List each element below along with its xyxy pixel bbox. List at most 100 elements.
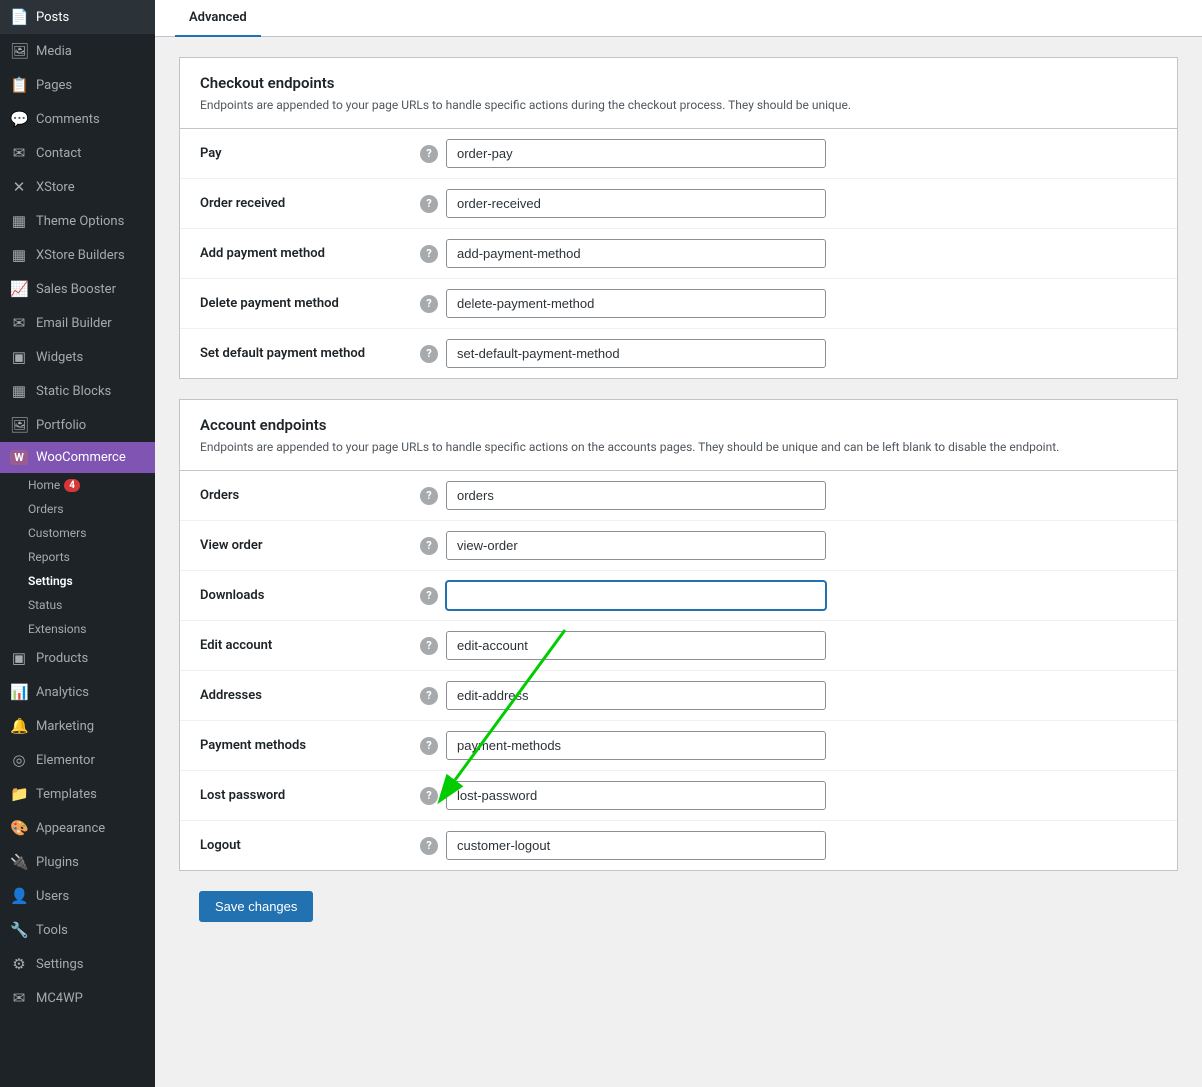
help-icon-set-default-payment-method[interactable]: ? (420, 345, 438, 363)
input-add-payment-method[interactable] (446, 239, 826, 268)
sidebar-item-tools[interactable]: 🔧 Tools (0, 913, 155, 947)
help-icon-view-order[interactable]: ? (420, 537, 438, 555)
sidebar-item-label: Theme Options (36, 214, 124, 229)
sidebar-item-sales-booster[interactable]: 📈 Sales Booster (0, 272, 155, 306)
help-icon-orders[interactable]: ? (420, 487, 438, 505)
elementor-icon: ◎ (10, 751, 28, 769)
help-icon-logout[interactable]: ? (420, 837, 438, 855)
input-orders[interactable] (446, 481, 826, 510)
tab-advanced[interactable]: Advanced (175, 0, 261, 37)
sidebar-item-products[interactable]: ▣ Products (0, 641, 155, 675)
submenu-item-extensions[interactable]: Extensions (0, 617, 155, 641)
sidebar-item-label: Marketing (36, 719, 94, 734)
sidebar-item-portfolio[interactable]: 🖼 Portfolio (0, 408, 155, 442)
help-icon-downloads[interactable]: ? (420, 587, 438, 605)
sidebar-item-label: Plugins (36, 855, 79, 870)
submenu-item-customers[interactable]: Customers (0, 521, 155, 545)
field-label-set-default-payment-method: Set default payment method (180, 329, 400, 379)
account-endpoints-table: Orders ? View order ? Downloads ? (180, 471, 1177, 870)
field-row-orders: ? (420, 481, 1157, 510)
sidebar-item-plugins[interactable]: 🔌 Plugins (0, 845, 155, 879)
help-icon-order-received[interactable]: ? (420, 195, 438, 213)
help-icon-pay[interactable]: ? (420, 145, 438, 163)
table-row: Edit account ? (180, 621, 1177, 671)
xstore-builders-icon: ▦ (10, 246, 28, 264)
main-content: Advanced Checkout endpoints Endpoints ar… (155, 0, 1202, 1087)
sidebar-item-pages[interactable]: 📋 Pages (0, 68, 155, 102)
field-label-order-received: Order received (180, 179, 400, 229)
sidebar-item-appearance[interactable]: 🎨 Appearance (0, 811, 155, 845)
sidebar-item-analytics[interactable]: 📊 Analytics (0, 675, 155, 709)
sidebar-item-mc4wp[interactable]: ✉ MC4WP (0, 981, 155, 1015)
help-icon-edit-account[interactable]: ? (420, 637, 438, 655)
products-icon: ▣ (10, 649, 28, 667)
submenu-item-reports[interactable]: Reports (0, 545, 155, 569)
submenu-item-orders[interactable]: Orders (0, 497, 155, 521)
sidebar-item-theme-options[interactable]: ▦ Theme Options (0, 204, 155, 238)
account-endpoints-title: Account endpoints (200, 416, 1157, 434)
submenu-item-home[interactable]: Home 4 (0, 473, 155, 497)
help-icon-addresses[interactable]: ? (420, 687, 438, 705)
input-payment-methods[interactable] (446, 731, 826, 760)
sidebar-item-media[interactable]: 🖼 Media (0, 34, 155, 68)
sidebar-item-label: MC4WP (36, 991, 83, 1006)
checkout-endpoints-header: Checkout endpoints Endpoints are appende… (180, 58, 1177, 129)
submenu-label: Settings (28, 574, 73, 588)
input-set-default-payment-method[interactable] (446, 339, 826, 368)
input-order-received[interactable] (446, 189, 826, 218)
sidebar-item-elementor[interactable]: ◎ Elementor (0, 743, 155, 777)
sidebar-item-templates[interactable]: 📁 Templates (0, 777, 155, 811)
field-row-order-received: ? (420, 189, 1157, 218)
help-icon-delete-payment-method[interactable]: ? (420, 295, 438, 313)
sidebar-item-woocommerce[interactable]: W WooCommerce (0, 442, 155, 473)
sidebar-item-widgets[interactable]: ▣ Widgets (0, 340, 155, 374)
sidebar-item-xstore-builders[interactable]: ▦ XStore Builders (0, 238, 155, 272)
sidebar-item-label: Static Blocks (36, 384, 111, 399)
sidebar-item-marketing[interactable]: 🔔 Marketing (0, 709, 155, 743)
sidebar-item-label: Widgets (36, 350, 83, 365)
help-icon-payment-methods[interactable]: ? (420, 737, 438, 755)
help-icon-add-payment-method[interactable]: ? (420, 245, 438, 263)
table-row: Logout ? (180, 821, 1177, 871)
sidebar-item-label: XStore Builders (36, 248, 125, 263)
sidebar: 📄 Posts 🖼 Media 📋 Pages 💬 Comments ✉ Con… (0, 0, 155, 1087)
sidebar-item-label: Comments (36, 112, 100, 127)
table-row: Addresses ? (180, 671, 1177, 721)
sidebar-item-email-builder[interactable]: ✉ Email Builder (0, 306, 155, 340)
save-changes-button[interactable]: Save changes (199, 891, 313, 922)
sidebar-item-settings[interactable]: ⚙ Settings (0, 947, 155, 981)
table-row: Lost password ? (180, 771, 1177, 821)
sidebar-item-label: Elementor (36, 753, 95, 768)
submenu-label: Status (28, 598, 62, 612)
submenu-label: Reports (28, 550, 70, 564)
input-pay[interactable] (446, 139, 826, 168)
portfolio-icon: 🖼 (10, 416, 28, 434)
table-row: View order ? (180, 521, 1177, 571)
input-addresses[interactable] (446, 681, 826, 710)
sidebar-item-xstore[interactable]: ✕ XStore (0, 170, 155, 204)
sidebar-item-static-blocks[interactable]: ▦ Static Blocks (0, 374, 155, 408)
sidebar-item-posts[interactable]: 📄 Posts (0, 0, 155, 34)
woocommerce-icon: W (10, 450, 28, 465)
input-lost-password[interactable] (446, 781, 826, 810)
table-row: Downloads ? (180, 571, 1177, 621)
field-row-view-order: ? (420, 531, 1157, 560)
input-view-order[interactable] (446, 531, 826, 560)
submenu-item-status[interactable]: Status (0, 593, 155, 617)
sidebar-item-comments[interactable]: 💬 Comments (0, 102, 155, 136)
sidebar-item-users[interactable]: 👤 Users (0, 879, 155, 913)
mc4wp-icon: ✉ (10, 989, 28, 1007)
home-badge: 4 (64, 479, 80, 492)
input-delete-payment-method[interactable] (446, 289, 826, 318)
input-edit-account[interactable] (446, 631, 826, 660)
sidebar-item-contact[interactable]: ✉ Contact (0, 136, 155, 170)
input-logout[interactable] (446, 831, 826, 860)
content-area: Checkout endpoints Endpoints are appende… (155, 37, 1202, 962)
help-icon-lost-password[interactable]: ? (420, 787, 438, 805)
field-label-addresses: Addresses (180, 671, 400, 721)
account-endpoints-section: Account endpoints Endpoints are appended… (179, 399, 1178, 871)
submenu-item-settings[interactable]: Settings (0, 569, 155, 593)
tools-icon: 🔧 (10, 921, 28, 939)
input-downloads[interactable] (446, 581, 826, 610)
templates-icon: 📁 (10, 785, 28, 803)
